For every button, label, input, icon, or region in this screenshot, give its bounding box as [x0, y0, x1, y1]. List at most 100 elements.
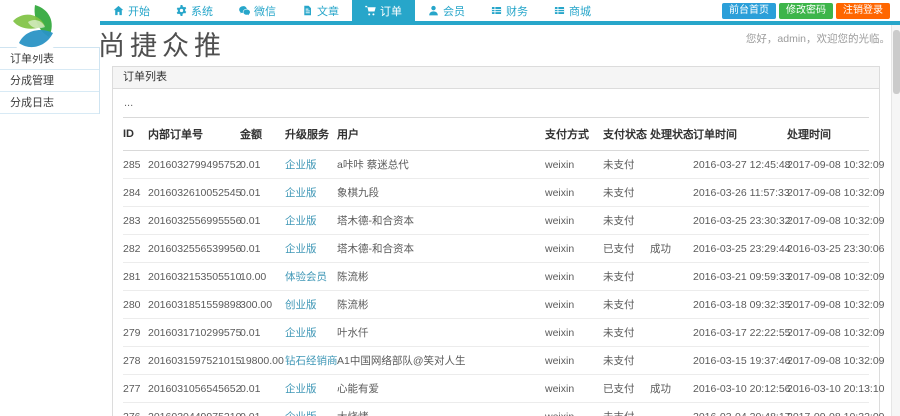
topbar-button-注销登录[interactable]: 注销登录 — [836, 3, 890, 19]
nav-item-订单[interactable]: 订单 — [352, 0, 415, 21]
table-row[interactable]: 277 2016031056545652 0.01 企业版 心能有爱 weixin 已支付成… — [123, 374, 885, 403]
cell-service: 企业版 — [285, 318, 337, 347]
cell-service: 企业版 — [285, 234, 337, 263]
cell-order_time: 2016-03-04 20:48:17 — [693, 402, 791, 416]
vertical-scrollbar[interactable] — [891, 25, 900, 416]
cell-pay_method: weixin — [545, 178, 603, 207]
cell-user: 塔木德-和合资本 — [337, 206, 545, 235]
cell-id: 277 — [123, 374, 148, 403]
cell-process_status: 成功 — [650, 234, 693, 263]
cell-pay_status: 未支付 — [603, 346, 650, 375]
cell-process_status — [650, 402, 693, 416]
cell-process_time: 2017-09-08 10:32:09 — [787, 150, 885, 179]
cell-process_time: 2017-09-08 10:32:09 — [787, 318, 885, 347]
nav-item-label: 微信 — [254, 5, 276, 18]
logo-icon — [9, 3, 61, 55]
welcome-text: 您好，admin，欢迎您的光临。 — [745, 33, 890, 45]
cell-pay_method: weixin — [545, 290, 603, 319]
cell-order_time: 2016-03-27 12:45:48 — [693, 150, 791, 179]
cell-order_no: 2016030449975210 — [148, 402, 241, 416]
scrollbar-thumb[interactable] — [893, 30, 900, 94]
main-nav: 开始 系统 微信 文章 订单 会员 财务 商城 — [100, 0, 604, 21]
table-row[interactable]: 279 2016031710299575 0.01 企业版 叶水仟 weixin 未支付 20… — [123, 318, 885, 347]
orders-panel: 订单列表 ... ID 内部订单号 金额 升级服务 用户 支付方式 支付状态 处理状态 订单时间… — [112, 66, 885, 416]
column-header-process_status: 处理状态 — [650, 117, 693, 151]
cell-order_no: 2016032556539956 — [148, 234, 241, 263]
nav-item-label: 财务 — [506, 5, 528, 18]
table-row[interactable]: 27620160304499752100.01企业版大烧烤weixin未支付 20… — [123, 402, 885, 416]
cell-process_status — [650, 290, 693, 319]
topbar-button-前台首页[interactable]: 前台首页 — [722, 3, 776, 19]
table-row[interactable]: 281 2016032153505510 10.00 体验会员 陈流彬 weixin 未支付… — [123, 262, 885, 291]
table-row[interactable]: 280 2016031851559898 300.00 创业版 陈流彬 weixin 未支付… — [123, 290, 885, 319]
table-row[interactable]: 278 2016031597521015 19800.00 钻石经销商 A1中国网络部队… — [123, 346, 885, 375]
nav-item-label: 订单 — [380, 5, 402, 18]
table-row[interactable]: 283 2016032556995556 0.01 企业版 塔木德-和合资本 weixin… — [123, 206, 885, 235]
nav-item-label: 系统 — [191, 5, 213, 18]
cell-process_status — [650, 206, 693, 235]
cell-service: 企业版 — [285, 374, 337, 403]
table-row[interactable]: 285 2016032799495752 0.01 企业版 a咔咔 蔡迷总代 weixin… — [123, 150, 885, 179]
cell-amount: 0.01 — [240, 206, 285, 235]
cell-process_status — [650, 346, 693, 375]
cell-id: 281 — [123, 262, 148, 291]
orders-table: ID 内部订单号 金额 升级服务 用户 支付方式 支付状态 处理状态 订单时间 处理时间 285 2… — [123, 117, 885, 416]
cell-service: 企业版 — [285, 402, 337, 416]
sidebar-item-分成日志[interactable]: 分成日志 — [0, 92, 99, 114]
cell-service: 钻石经销商 — [285, 346, 338, 375]
table-row[interactable]: 282 2016032556539956 0.01 企业版 塔木德-和合资本 weixin… — [123, 234, 885, 263]
cell-amount: 0.01 — [240, 178, 285, 207]
cell-order_time: 2016-03-10 20:12:56 — [693, 374, 791, 403]
table-icon — [554, 5, 565, 16]
cell-service: 创业版 — [285, 290, 337, 319]
nav-item-会员[interactable]: 会员 — [415, 0, 478, 21]
cell-pay_method: weixin — [545, 262, 603, 291]
nav-item-微信[interactable]: 微信 — [226, 0, 289, 21]
cell-order_time: 2016-03-25 23:29:44 — [693, 234, 791, 263]
cell-user: 象棋九段 — [337, 178, 545, 207]
cell-amount: 300.00 — [240, 290, 285, 319]
sidebar-item-分成管理[interactable]: 分成管理 — [0, 70, 99, 92]
cell-process_time: 2017-09-08 10:32:09 — [787, 178, 885, 207]
cell-service: 体验会员 — [285, 262, 337, 291]
cell-id: 276 — [123, 402, 148, 416]
cell-pay_method: weixin — [545, 206, 603, 235]
cell-pay_method: weixin — [545, 318, 603, 347]
cell-id: 282 — [123, 234, 148, 263]
topbar: 开始 系统 微信 文章 订单 会员 财务 商城 前台首页 修改密码 注销登录 — [0, 0, 900, 21]
cell-process_status: 成功 — [650, 374, 693, 403]
cell-pay_method: weixin — [545, 346, 603, 375]
cell-id: 285 — [123, 150, 148, 179]
topbar-buttons: 前台首页 修改密码 注销登录 — [722, 3, 890, 19]
cell-user: 陈流彬 — [337, 290, 545, 319]
cell-order_no: 2016032153505510 — [148, 262, 241, 291]
cell-order_no: 2016032610052545 — [148, 178, 241, 207]
cell-pay_status: 未支付 — [603, 206, 650, 235]
cell-pay_status: 未支付 — [603, 290, 650, 319]
nav-item-label: 会员 — [443, 5, 465, 18]
cell-pay_status: 未支付 — [603, 402, 650, 416]
nav-item-文章[interactable]: 文章 — [289, 0, 352, 21]
table-row[interactable]: 284 2016032610052545 0.01 企业版 象棋九段 weixin 未支付 2… — [123, 178, 885, 207]
cell-order_time: 2016-03-26 11:57:33 — [693, 178, 790, 207]
nav-item-财务[interactable]: 财务 — [478, 0, 541, 21]
nav-item-系统[interactable]: 系统 — [163, 0, 226, 21]
nav-item-label: 商城 — [569, 5, 591, 18]
cell-order_time: 2016-03-18 09:32:35 — [693, 290, 791, 319]
column-header-order_time: 订单时间 — [693, 117, 787, 151]
cell-id: 283 — [123, 206, 148, 235]
cell-user: 叶水仟 — [337, 318, 545, 347]
cell-pay_method: weixin — [545, 234, 603, 263]
cell-id: 279 — [123, 318, 148, 347]
nav-item-商城[interactable]: 商城 — [541, 0, 604, 21]
toolbar-placeholder: ... — [124, 97, 134, 109]
cell-amount: 19800.00 — [240, 346, 285, 375]
topbar-button-修改密码[interactable]: 修改密码 — [779, 3, 833, 19]
cell-id: 284 — [123, 178, 148, 207]
column-header-service: 升级服务 — [285, 117, 337, 151]
user-icon — [428, 5, 439, 16]
column-header-amount: 金额 — [240, 117, 285, 151]
cell-id: 278 — [123, 346, 148, 375]
column-header-pay_status: 支付状态 — [603, 117, 650, 151]
nav-item-开始[interactable]: 开始 — [100, 0, 163, 21]
